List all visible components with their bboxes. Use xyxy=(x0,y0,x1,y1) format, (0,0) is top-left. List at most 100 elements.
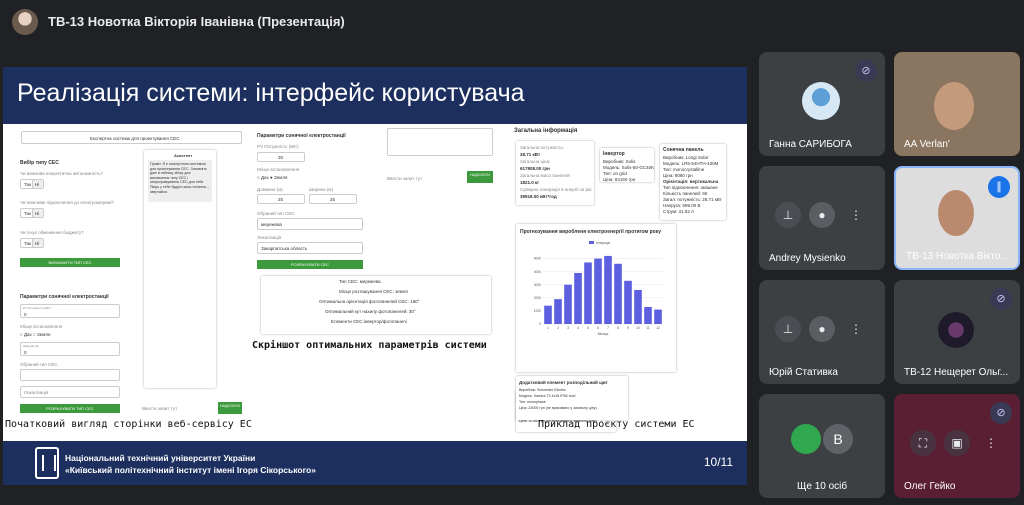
more-participants-label: Ще 10 осіб xyxy=(797,481,848,492)
general-info-title: Загальна інформація xyxy=(514,128,578,134)
location2-select[interactable]: Закарпатська область xyxy=(257,242,363,254)
x-tick-label: 9 xyxy=(627,326,629,330)
x-tick-label: 11 xyxy=(646,326,650,330)
assistant-panel: Асистент Привіт. Я є експертною системою… xyxy=(144,150,216,388)
kpi-logo-icon xyxy=(35,447,59,479)
power-input[interactable]: РV Потужність (кВт) 0 xyxy=(20,304,120,318)
bar xyxy=(574,272,582,324)
chart-title: Прогнозування виробленя електроенергії п… xyxy=(520,229,661,235)
x-tick-label: 12 xyxy=(656,326,660,330)
caption-optimal: Скріншот оптимальних параметрів системи xyxy=(252,340,487,351)
app-header: Експертна система для проектування СЕС xyxy=(21,131,242,144)
assistant-message: Привіт. Я є експертною системою для прое… xyxy=(148,160,212,202)
participant-tile-2[interactable]: AA Verlan' xyxy=(894,52,1020,156)
place-label: Місце встановлення xyxy=(20,324,63,329)
more-participants-tile[interactable]: В Ще 10 осіб xyxy=(759,394,885,498)
bar xyxy=(634,289,642,324)
place-options[interactable]: ○ Дах ○ Земля xyxy=(20,332,50,337)
speaking-indicator-icon: ∥ xyxy=(988,176,1010,198)
participant-name: Олег Гейко xyxy=(904,481,956,492)
meeting-window: ТВ-13 Новотка Вікторія Іванівна (Презент… xyxy=(0,0,1024,505)
more-options-icon[interactable]: ⋮ xyxy=(978,430,1004,456)
type2-select[interactable]: мережева xyxy=(257,218,363,230)
participant-tile-8[interactable]: ⊘ ⛶ ▣ ⋮ Олег Гейко xyxy=(894,394,1020,498)
send-button-1[interactable]: НАДІСЛАТИ xyxy=(218,402,242,414)
fullscreen-icon[interactable]: ⛶ xyxy=(910,430,936,456)
bar xyxy=(614,263,622,324)
extra-switchboard-card: Додатковий елемент розподільний щит Виро… xyxy=(516,376,628,420)
mic-off-icon: ⊘ xyxy=(990,402,1012,424)
meeting-topbar: ТВ-13 Новотка Вікторія Іванівна (Презент… xyxy=(0,0,1024,44)
bar xyxy=(644,306,652,324)
participant-tile-1[interactable]: ⊘ Ганна САРИБОГА xyxy=(759,52,885,156)
q2-label: Чи можливе підключення до електромережі? xyxy=(20,200,115,205)
x-tick-label: 5 xyxy=(587,326,589,330)
x-tick-label: 10 xyxy=(636,326,640,330)
q3-no[interactable]: Ні xyxy=(32,238,44,248)
type-label: Обраний тип СЕС xyxy=(20,362,58,367)
generation-chart-card: Прогнозування виробленя електроенергії п… xyxy=(516,224,676,372)
participant-name: Ганна САРИБОГА xyxy=(769,139,852,150)
x-tick-label: 8 xyxy=(617,326,619,330)
power2-input[interactable]: 30 xyxy=(257,152,305,162)
footer-line-2: «Київський політехнічний інститут імені … xyxy=(65,465,316,475)
pin-icon[interactable]: ⊥ xyxy=(775,202,801,228)
participant-tile-3[interactable]: ⊥ ● ⋮ Andrey Mysienko xyxy=(759,166,885,270)
length2-input[interactable]: 25 xyxy=(257,194,305,204)
q1-no[interactable]: Ні xyxy=(32,179,44,189)
legend-swatch xyxy=(589,241,594,244)
query2-input[interactable]: Ввести запит тут xyxy=(387,176,422,181)
width-input[interactable]: Ширина (м) 0 xyxy=(20,342,120,356)
send-button-2[interactable]: НАДІСЛАТИ xyxy=(467,171,493,183)
determine-type-button[interactable]: ВИЗНАЧИТИ ТИП СЕС xyxy=(20,258,120,267)
avatar xyxy=(938,312,974,348)
participant-name: ТВ-12 Нещерет Ольг... xyxy=(904,367,1009,378)
more-options-icon[interactable]: ⋮ xyxy=(843,202,869,228)
avatar: В xyxy=(823,424,853,454)
generation-chart: 0100020003000400050001 2 3 4 5 6 7 8 9 10 11 12гене… xyxy=(534,241,663,336)
x-tick-label: 3 xyxy=(567,326,569,330)
y-tick-label: 2000 xyxy=(534,296,541,300)
y-tick-label: 5000 xyxy=(534,257,541,261)
x-tick-label: 6 xyxy=(597,326,599,330)
more-options-icon[interactable]: ⋮ xyxy=(843,316,869,342)
screenshot-initial-page: Експертна система для проектування СЕС В… xyxy=(12,124,244,414)
y-tick-label: 4000 xyxy=(534,270,541,274)
participant-tile-5[interactable]: ⊥ ● ⋮ Юрій Стативка xyxy=(759,280,885,384)
place2-options[interactable]: ○ Дах ● Земля xyxy=(257,175,287,180)
y-tick-label: 1000 xyxy=(534,309,541,313)
caption-initial: Початковий вигляд сторінки веб-сервісу Е… xyxy=(5,419,252,430)
general-card: Загальна потужність: 28.71 кВт Загальна … xyxy=(516,141,594,205)
x-tick-label: 1 xyxy=(547,326,549,330)
mic-off-icon[interactable]: ● xyxy=(809,202,835,228)
video-person xyxy=(934,82,974,130)
participant-tile-4[interactable]: ∥ ТВ-13 Новотка Вікто... xyxy=(894,166,1020,270)
x-axis-label: Місяць xyxy=(598,332,609,336)
avatar: ● xyxy=(809,316,835,342)
footer-line-1: Національний технічний університет Украї… xyxy=(65,453,256,463)
location-select[interactable]: Локалізація xyxy=(20,386,120,398)
slide-title: Реалізація системи: інтерфейс користувач… xyxy=(17,79,525,107)
q2-no[interactable]: Ні xyxy=(32,208,44,218)
query-input[interactable]: Ввести запит тут xyxy=(142,406,177,411)
bar xyxy=(594,258,602,324)
y-tick-label: 0 xyxy=(539,322,541,326)
app-header-text: Експертна система для проектування СЕС xyxy=(90,136,180,141)
mic-off-icon: ⊘ xyxy=(990,288,1012,310)
participant-tile-6[interactable]: ⊘ ТВ-12 Нещерет Ольг... xyxy=(894,280,1020,384)
legend-label: генерація xyxy=(596,241,610,245)
type-select[interactable] xyxy=(20,369,120,381)
calculate-button[interactable]: РОЗРАХУВАТИ СЕС xyxy=(257,260,363,269)
solar-panel-card: Сонячна панель Виробник: Longi Solar Мод… xyxy=(660,144,726,220)
pin-icon[interactable]: ⊥ xyxy=(775,316,801,342)
bar xyxy=(654,309,662,324)
bar xyxy=(554,299,562,324)
width2-input[interactable]: 25 xyxy=(309,194,357,204)
y-tick-label: 3000 xyxy=(534,283,541,287)
avatar xyxy=(791,424,821,454)
bar xyxy=(544,305,552,324)
screenshot-optimal-params: Параметри сонячної електростанції РV Пот… xyxy=(249,124,493,336)
bar xyxy=(624,280,632,324)
pin-icon[interactable]: ▣ xyxy=(944,430,970,456)
calculate-type-button[interactable]: РОЗРАХУВАТИ ТИП СЕС xyxy=(20,404,120,413)
